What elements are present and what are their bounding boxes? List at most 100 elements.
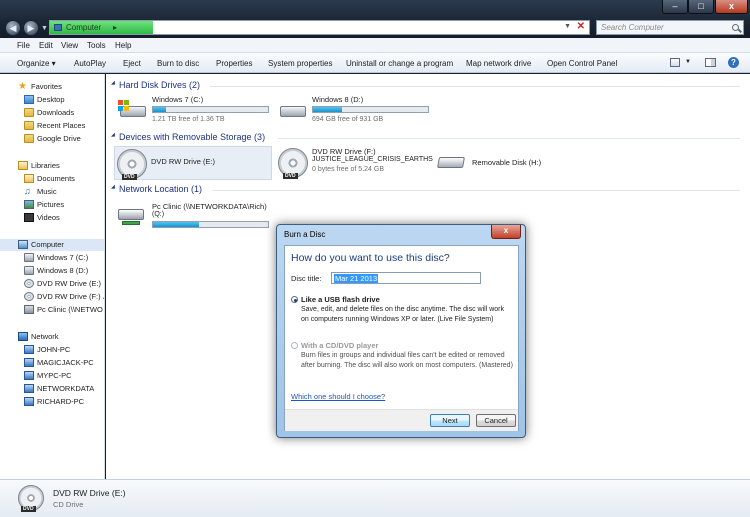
- dvd-badge: DVD: [21, 506, 36, 512]
- address-separator-icon[interactable]: ▸: [113, 23, 117, 32]
- sidebar-item-label: Pc Clinic (\\NETWO: [37, 305, 103, 314]
- sidebar-item-videos[interactable]: Videos: [0, 212, 104, 224]
- sidebar-header-computer[interactable]: Computer: [0, 239, 104, 251]
- sidebar-item-label: Windows 7 (C:): [37, 253, 89, 262]
- sidebar-item-windows7-c[interactable]: Windows 7 (C:): [0, 252, 104, 264]
- map-network-drive-button[interactable]: Map network drive: [466, 59, 531, 68]
- sidebar-item-windows8-d[interactable]: Windows 8 (D:): [0, 265, 104, 277]
- sidebar-item-label: Music: [37, 187, 57, 196]
- close-button[interactable]: x: [715, 0, 748, 14]
- usb-flash-option-title[interactable]: Like a USB flash drive: [301, 295, 380, 304]
- sidebar-item-mypc-pc[interactable]: MYPC-PC: [0, 370, 104, 382]
- drive-name: Pc Clinic (\\NETWORKDATA\Rich): [152, 202, 267, 211]
- disc-title-input[interactable]: Mar 21 2013: [331, 272, 481, 284]
- hard-drive-icon: [278, 100, 306, 120]
- sidebar-item-label: Windows 8 (D:): [37, 266, 89, 275]
- sidebar-header-libraries[interactable]: Libraries: [0, 160, 104, 172]
- network-drive-icon: [118, 205, 146, 229]
- sidebar-header-network[interactable]: Network: [0, 331, 104, 343]
- address-dropdown-icon[interactable]: ▼: [564, 23, 571, 30]
- desktop-icon: [24, 95, 34, 104]
- search-input[interactable]: Search Computer: [596, 20, 744, 35]
- burn-to-disc-button[interactable]: Burn to disc: [157, 59, 199, 68]
- dialog-close-button[interactable]: x: [491, 225, 521, 239]
- menu-help[interactable]: Help: [115, 41, 131, 50]
- drive-letter: (Q:): [152, 211, 165, 218]
- pc-icon: [24, 384, 34, 393]
- back-button[interactable]: ◀: [5, 20, 21, 36]
- view-dropdown-icon[interactable]: ▼: [685, 59, 691, 65]
- sidebar-item-pictures[interactable]: Pictures: [0, 199, 104, 211]
- star-icon: ★: [18, 81, 27, 92]
- sidebar-item-music[interactable]: ♫ Music: [0, 186, 104, 198]
- stop-icon[interactable]: ✕: [577, 21, 585, 32]
- forward-button[interactable]: ▶: [23, 20, 39, 36]
- help-icon[interactable]: ?: [728, 57, 739, 68]
- details-name: DVD RW Drive (E:): [53, 488, 126, 498]
- sidebar-item-google-drive[interactable]: Google Drive: [0, 133, 104, 145]
- dvd-drive-icon: [24, 292, 34, 301]
- usb-flash-radio[interactable]: [291, 296, 298, 303]
- dvd-drive-icon: DVD: [278, 148, 308, 179]
- drive-tile-h[interactable]: Removable Disk (H:): [436, 146, 566, 180]
- sidebar-item-networkdata[interactable]: NETWORKDATA: [0, 383, 104, 395]
- organize-button[interactable]: Organize ▾: [17, 59, 56, 68]
- maximize-button[interactable]: □: [688, 0, 714, 14]
- sidebar-header-favorites[interactable]: ★ Favorites: [0, 81, 104, 93]
- address-bar[interactable]: Computer ▸ ▼ ✕: [49, 20, 590, 35]
- pc-icon: [24, 397, 34, 406]
- open-control-panel-button[interactable]: Open Control Panel: [547, 59, 617, 68]
- sidebar-item-pc-clinic[interactable]: Pc Clinic (\\NETWO: [0, 304, 104, 316]
- drive-free-space: 1.21 TB free of 1.36 TB: [152, 116, 225, 123]
- autoplay-button[interactable]: AutoPlay: [74, 59, 106, 68]
- cancel-button[interactable]: Cancel: [476, 414, 516, 427]
- dialog-heading: How do you want to use this disc?: [291, 252, 450, 264]
- cd-dvd-option-desc: Burn files in groups and individual file…: [301, 352, 513, 369]
- next-button[interactable]: Next: [430, 414, 470, 427]
- sidebar-item-label: Google Drive: [37, 134, 81, 143]
- properties-button[interactable]: Properties: [216, 59, 252, 68]
- change-view-icon[interactable]: [670, 58, 680, 67]
- dvd-drive-icon: DVD: [117, 149, 147, 180]
- sidebar-item-desktop[interactable]: Desktop: [0, 94, 104, 106]
- sidebar-item-john-pc[interactable]: JOHN-PC: [0, 344, 104, 356]
- cd-dvd-player-radio[interactable]: [291, 342, 298, 349]
- drive-tile-c[interactable]: Windows 7 (C:) 1.21 TB free of 1.36 TB: [116, 94, 276, 128]
- details-type: CD Drive: [53, 500, 84, 509]
- menu-view[interactable]: View: [61, 41, 78, 50]
- menu-edit[interactable]: Edit: [39, 41, 53, 50]
- drive-tile-e[interactable]: DVD DVD RW Drive (E:): [114, 146, 272, 180]
- drive-tile-q[interactable]: Pc Clinic (\\NETWORKDATA\Rich) (Q:): [116, 201, 276, 235]
- sidebar-item-documents[interactable]: Documents: [0, 173, 104, 185]
- address-crumb-computer[interactable]: Computer: [66, 23, 101, 32]
- sidebar-item-magicjack-pc[interactable]: MAGICJACK-PC: [0, 357, 104, 369]
- drive-name: Removable Disk (H:): [472, 158, 542, 167]
- menu-file[interactable]: File: [17, 41, 30, 50]
- cd-dvd-option-title[interactable]: With a CD/DVD player: [301, 341, 378, 350]
- drive-usage-bar: [152, 221, 269, 228]
- drive-name: Windows 8 (D:): [312, 95, 364, 104]
- sidebar-item-label: Documents: [37, 174, 75, 183]
- sidebar-item-downloads[interactable]: Downloads: [0, 107, 104, 119]
- pictures-icon: [24, 200, 34, 209]
- system-properties-button[interactable]: System properties: [268, 59, 332, 68]
- eject-button[interactable]: Eject: [123, 59, 141, 68]
- drive-tile-f[interactable]: DVD DVD RW Drive (F:) JUSTICE_LEAGUE_CRI…: [276, 146, 436, 180]
- search-icon[interactable]: [732, 24, 739, 31]
- which-one-help-link[interactable]: Which one should I choose?: [291, 392, 385, 401]
- details-pane: DVD DVD RW Drive (E:) CD Drive: [0, 479, 750, 517]
- menu-tools[interactable]: Tools: [87, 41, 106, 50]
- minimize-button[interactable]: –: [662, 0, 688, 14]
- drive-usage-fill: [313, 107, 342, 112]
- sidebar-item-dvd-e[interactable]: DVD RW Drive (E:): [0, 278, 104, 290]
- dvd-drive-icon: [24, 279, 34, 288]
- preview-pane-icon[interactable]: [705, 58, 716, 67]
- google-drive-icon: [24, 134, 34, 143]
- sidebar-item-richard-pc[interactable]: RICHARD-PC: [0, 396, 104, 408]
- recent-pages-dropdown[interactable]: ▼: [41, 25, 48, 32]
- sidebar-item-dvd-f[interactable]: DVD RW Drive (F:) JU: [0, 291, 104, 303]
- sidebar-item-label: NETWORKDATA: [37, 384, 95, 393]
- sidebar-item-recent-places[interactable]: Recent Places: [0, 120, 104, 132]
- uninstall-program-button[interactable]: Uninstall or change a program: [346, 59, 453, 68]
- drive-tile-d[interactable]: Windows 8 (D:) 694 GB free of 931 GB: [276, 94, 436, 128]
